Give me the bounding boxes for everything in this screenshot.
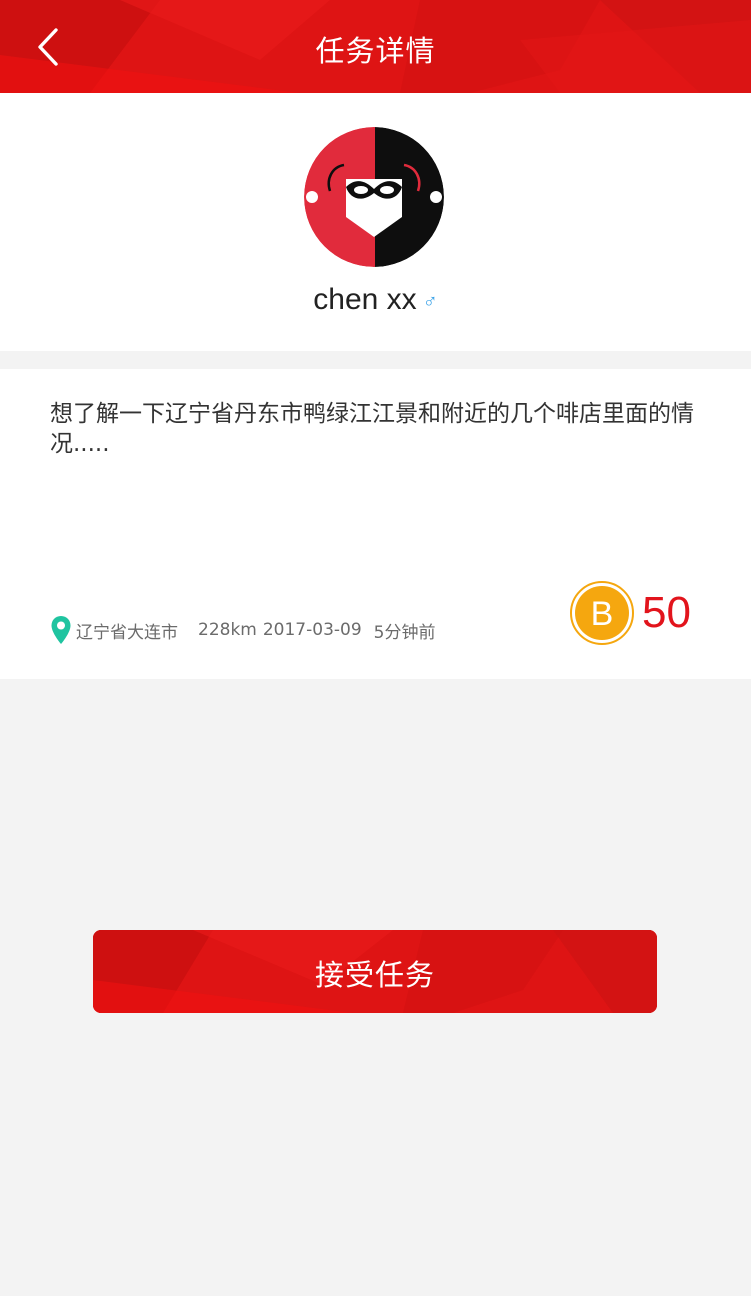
male-gender-icon: ♂: [422, 291, 438, 313]
coin-icon: B: [570, 581, 634, 645]
reward-amount: 50: [642, 588, 691, 637]
avatar[interactable]: [304, 127, 444, 267]
task-time-ago: 5分钟前: [373, 622, 436, 643]
user-profile-card: chen xx ♂: [0, 93, 751, 351]
task-location: 辽宁省大连市: [76, 622, 178, 643]
top-bar: 任务详情: [0, 0, 751, 93]
user-name: chen xx: [313, 283, 417, 316]
task-description: 想了解一下辽宁省丹东市鸭绿江江景和附近的几个啡店里面的情况.....: [50, 401, 694, 457]
page-title: 任务详情: [315, 34, 436, 68]
coin-letter: B: [591, 595, 614, 633]
task-distance: 228km: [198, 620, 257, 640]
task-detail-card: 想了解一下辽宁省丹东市鸭绿江江景和附近的几个啡店里面的情况..... 辽宁省大连…: [0, 369, 751, 679]
map-pin-icon: [51, 616, 71, 644]
masked-character-avatar-icon: [304, 127, 444, 267]
accept-task-label: 接受任务: [314, 958, 435, 992]
user-name-row: chen xx ♂: [0, 283, 751, 317]
task-date: 2017-03-09: [262, 620, 362, 640]
task-meta-row: 辽宁省大连市 228km 2017-03-09 5分钟前: [50, 615, 435, 645]
task-reward: B 50: [570, 581, 691, 645]
accept-task-button[interactable]: 接受任务: [93, 930, 657, 1013]
